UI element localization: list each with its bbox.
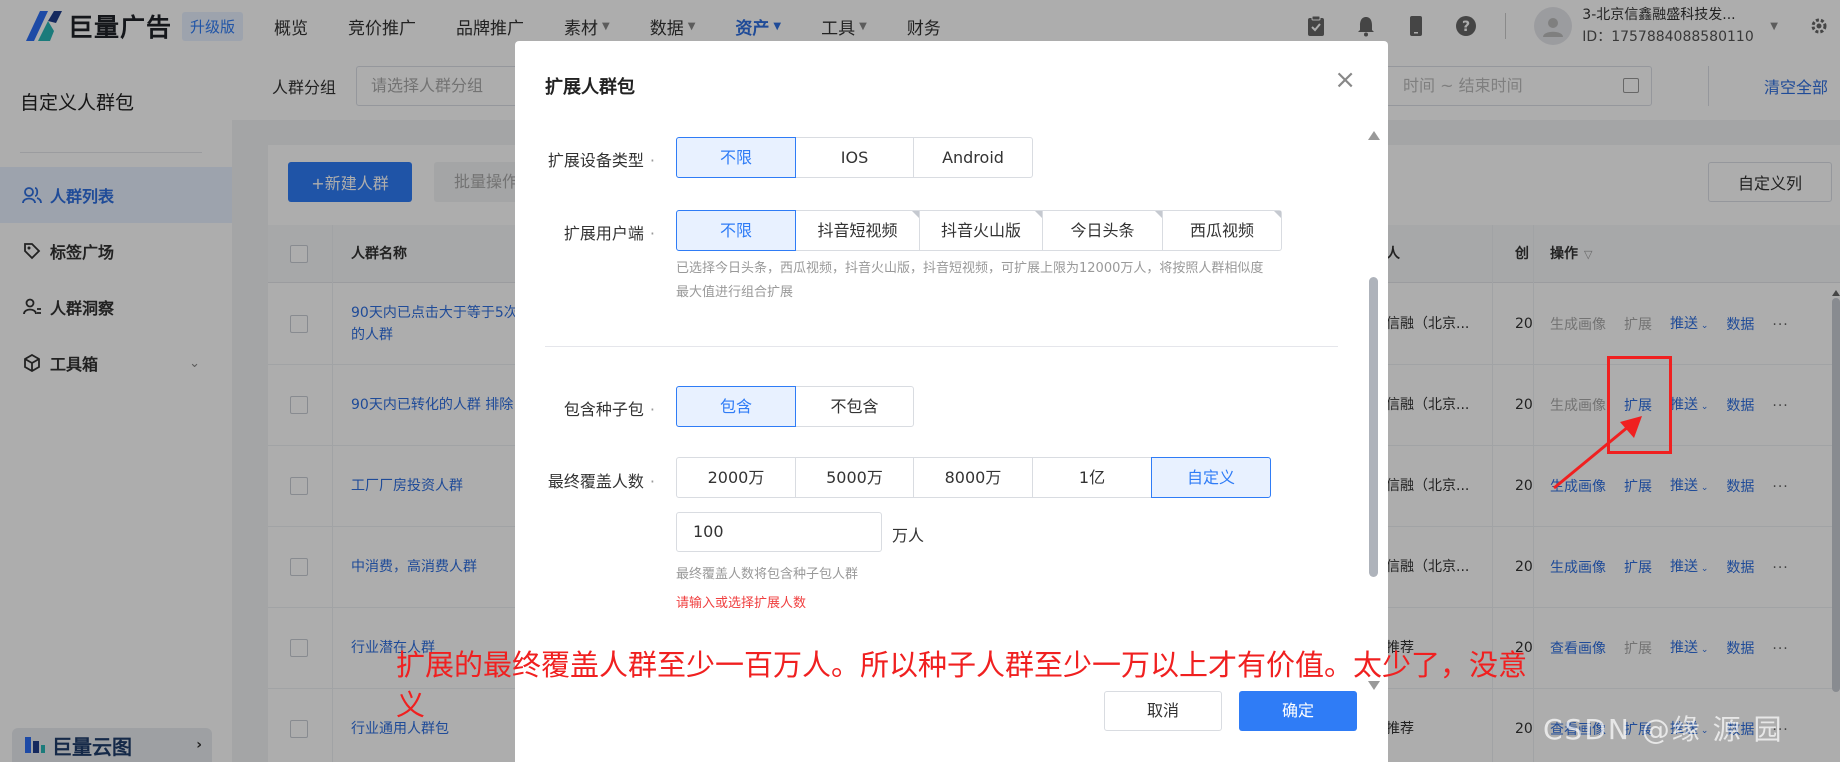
client-segment: 不限 抖音短视频 抖音火山版 今日头条 西瓜视频 <box>676 210 1282 251</box>
close-icon[interactable]: × <box>1334 67 1356 93</box>
segment-option[interactable]: 1亿 <box>1032 457 1152 498</box>
modal-scrollbar[interactable] <box>1368 131 1380 690</box>
corner-mark-icon <box>1274 211 1281 218</box>
corner-mark-icon <box>1155 211 1162 218</box>
segment-option-label: 2000万 <box>707 468 765 487</box>
segment-option-label: 今日头条 <box>1070 221 1135 240</box>
annotation-text: 扩展的最终覆盖人群至少一百万人。所以种子人群至少一万以上才有价值。太少了，没意义 <box>396 648 1528 722</box>
segment-option-label: 1亿 <box>1078 468 1106 487</box>
segment-option[interactable]: 抖音短视频 <box>795 210 920 251</box>
segment-option-label: 5000万 <box>826 468 883 487</box>
coverage-label-text: 最终覆盖人数 <box>547 472 644 491</box>
segment-option-label: 8000万 <box>944 468 1002 487</box>
annotation-arrow-icon <box>1553 416 1642 490</box>
coverage-segment: 2000万 5000万 8000万 1亿 自定义 <box>676 457 1271 498</box>
watermark: CSDN @缘 源 园 <box>1543 713 1784 746</box>
segment-option[interactable]: 今日头条 <box>1042 210 1163 251</box>
segment-option[interactable]: Android <box>913 137 1033 178</box>
device-type-segment: 不限 IOS Android <box>676 137 1033 178</box>
corner-mark-icon <box>912 211 919 218</box>
segment-option-label: 不包含 <box>830 397 879 416</box>
segment-option[interactable]: 2000万 <box>676 457 796 498</box>
client-hint-line1: 已选择今日头条，西瓜视频，抖音火山版，抖音短视频，可扩展上限为12000万人，将… <box>676 261 1264 276</box>
segment-option-label: 自定义 <box>1186 468 1235 487</box>
segment-option-label: 抖音火山版 <box>940 221 1021 240</box>
segment-option-label: 西瓜视频 <box>1189 221 1254 240</box>
segment-option-label: 包含 <box>719 397 752 416</box>
modal-title: 扩展人群包 <box>545 77 635 98</box>
segment-option[interactable]: 5000万 <box>795 457 914 498</box>
section-divider <box>545 346 1338 347</box>
segment-option[interactable]: 8000万 <box>913 457 1033 498</box>
scroll-thumb[interactable] <box>1369 277 1378 577</box>
client-label: 扩展用户端 · <box>563 224 655 243</box>
segment-option[interactable]: 抖音火山版 <box>919 210 1043 251</box>
client-hint-line2: 最大值进行组合扩展 <box>676 285 794 300</box>
coverage-unit: 万人 <box>892 526 925 545</box>
coverage-hint: 最终覆盖人数将包含种子包人群 <box>676 567 859 582</box>
segment-option-label: Android <box>942 148 1004 167</box>
seed-label: 包含种子包 · <box>563 400 655 419</box>
segment-option-label: IOS <box>840 148 869 167</box>
seed-segment: 包含 不包含 <box>676 386 914 427</box>
device-type-label-text: 扩展设备类型 <box>547 151 644 170</box>
client-label-text: 扩展用户端 <box>563 224 644 243</box>
segment-option[interactable]: 不限 <box>676 137 796 178</box>
device-type-label: 扩展设备类型 · <box>547 151 655 170</box>
segment-option[interactable]: IOS <box>795 137 914 178</box>
segment-option[interactable]: 自定义 <box>1151 457 1271 498</box>
scroll-up-icon[interactable] <box>1368 131 1380 140</box>
corner-mark-icon <box>1035 211 1042 218</box>
segment-option-label: 不限 <box>719 221 752 240</box>
coverage-label: 最终覆盖人数 · <box>547 472 655 491</box>
coverage-input[interactable]: 100 <box>676 512 882 552</box>
coverage-error: 请输入或选择扩展人数 <box>676 596 807 611</box>
segment-option[interactable]: 包含 <box>676 386 796 427</box>
seed-label-text: 包含种子包 <box>563 400 644 419</box>
segment-option[interactable]: 不限 <box>676 210 796 251</box>
segment-option[interactable]: 不包含 <box>795 386 914 427</box>
segment-option[interactable]: 西瓜视频 <box>1162 210 1282 251</box>
client-hint: 已选择今日头条，西瓜视频，抖音火山版，抖音短视频，可扩展上限为12000万人，将… <box>676 257 1263 305</box>
segment-option-label: 不限 <box>719 148 752 167</box>
segment-option-label: 抖音短视频 <box>817 221 898 240</box>
